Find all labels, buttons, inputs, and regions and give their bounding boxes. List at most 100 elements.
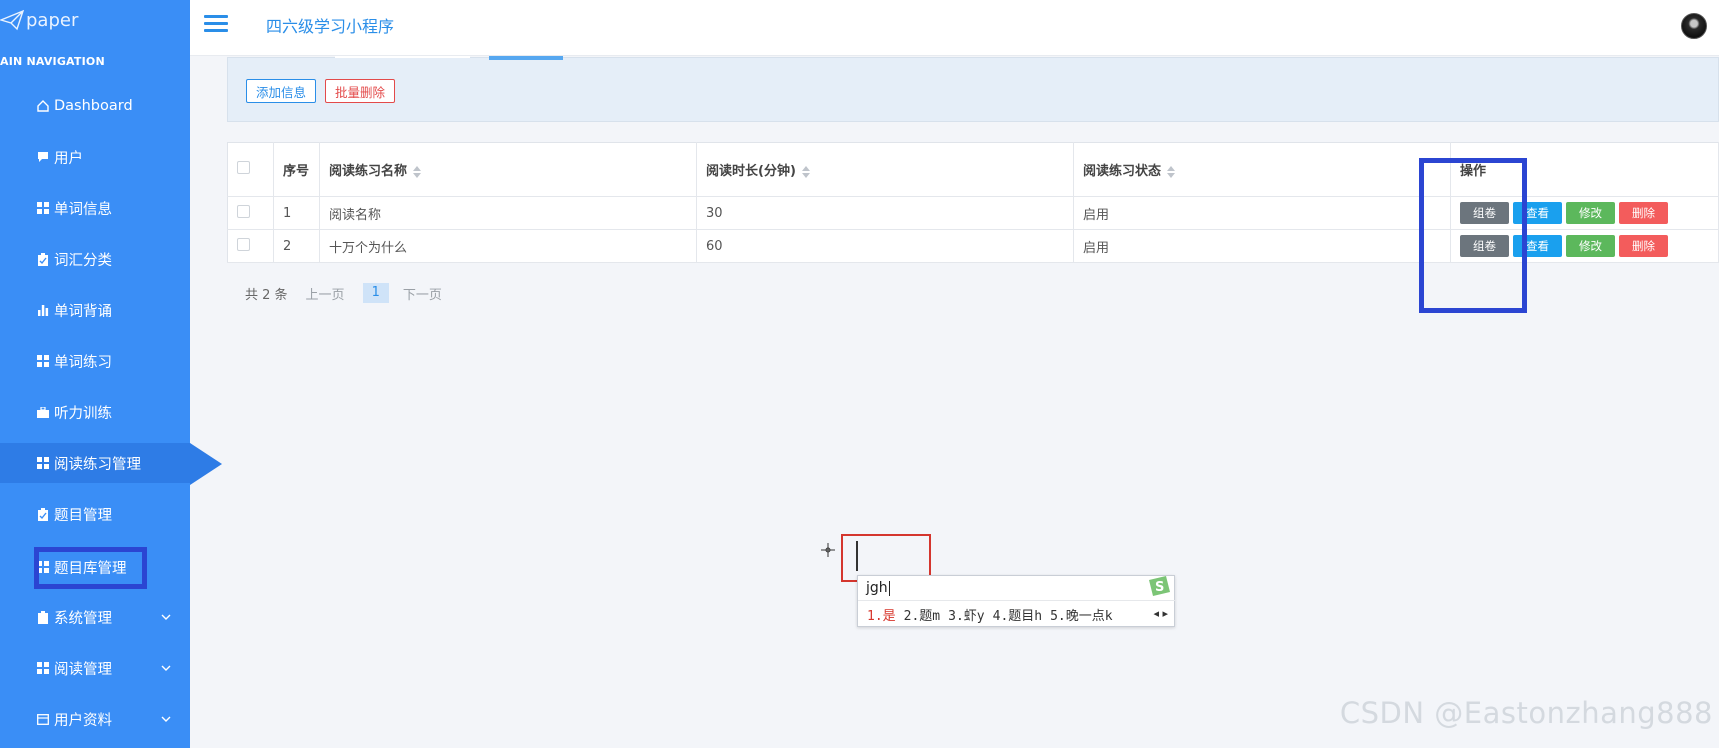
column-header[interactable]: 阅读练习名称 bbox=[319, 142, 697, 197]
ime-candidate-window[interactable]: jgh S 1.是 2.题m 3.虾y 4.题目h 5.晚一点k ◂ ▸ bbox=[857, 575, 1176, 627]
clipboard-icon bbox=[36, 507, 50, 521]
sort-icon[interactable] bbox=[801, 165, 810, 178]
select-all-checkbox[interactable] bbox=[237, 161, 250, 174]
sidebar-item-label: 单词背诵 bbox=[54, 303, 112, 320]
delete-button[interactable]: 删除 bbox=[1619, 202, 1668, 224]
annotation-box-actions bbox=[1419, 158, 1527, 313]
row-select-cell bbox=[227, 229, 274, 263]
brand-logo[interactable]: paper bbox=[0, 6, 78, 34]
row-status: 启用 bbox=[1073, 196, 1451, 230]
sidebar-item-vocab-category[interactable]: 词汇分类 bbox=[0, 239, 190, 279]
row-checkbox[interactable] bbox=[237, 237, 250, 251]
edit-button[interactable]: 修改 bbox=[1566, 202, 1615, 224]
svg-text:S: S bbox=[1155, 580, 1164, 595]
sidebar-item-label: 用户 bbox=[54, 150, 83, 167]
sidebar-item-label: 题目管理 bbox=[54, 507, 112, 524]
sort-icon[interactable] bbox=[1167, 165, 1176, 178]
edit-button[interactable]: 修改 bbox=[1566, 235, 1615, 257]
top-header: 四六级学习小程序 bbox=[190, 0, 1719, 56]
sidebar-item-label: 系统管理 bbox=[54, 610, 112, 627]
ime-candidate[interactable]: 1.是 bbox=[867, 609, 896, 624]
row-index: 1 bbox=[273, 196, 320, 230]
ime-divider bbox=[858, 600, 1176, 601]
toolbar-panel bbox=[227, 57, 1719, 122]
row-duration: 60 bbox=[696, 229, 1074, 263]
crosshair-cursor-icon bbox=[821, 543, 835, 557]
avatar[interactable] bbox=[1681, 13, 1707, 39]
grid-icon bbox=[36, 201, 50, 215]
sidebar-item-label: Dashboard bbox=[54, 98, 133, 114]
sidebar-item-users[interactable]: 用户 bbox=[0, 137, 190, 177]
sort-icon[interactable] bbox=[413, 165, 422, 178]
row-name: 十万个为什么 bbox=[319, 229, 697, 263]
annotation-box-question-bank bbox=[34, 547, 147, 589]
sidebar-item-word-recite[interactable]: 单词背诵 bbox=[0, 290, 190, 330]
sidebar-item-label: 阅读练习管理 bbox=[54, 456, 141, 473]
bar-chart-icon bbox=[36, 303, 50, 317]
column-header-label: 阅读练习名称 bbox=[329, 164, 408, 179]
clipboard-icon bbox=[36, 610, 50, 624]
card-icon bbox=[36, 712, 50, 726]
app-title: 四六级学习小程序 bbox=[266, 17, 395, 36]
ime-page-arrows-icon[interactable]: ◂ ▸ bbox=[1153, 607, 1168, 620]
ime-candidate[interactable]: 5.晚一点k bbox=[1050, 609, 1112, 624]
grid-icon bbox=[36, 456, 50, 470]
prev-page-button[interactable]: 上一页 bbox=[306, 284, 345, 303]
paper-plane-icon bbox=[0, 9, 24, 31]
sidebar-item-word-info[interactable]: 单词信息 bbox=[0, 188, 190, 228]
ime-candidate[interactable]: 4.题目h bbox=[993, 609, 1042, 624]
ime-candidate[interactable]: 3.虾y bbox=[948, 609, 984, 624]
sidebar-item-reading-manage[interactable]: 阅读管理 bbox=[0, 648, 190, 688]
chevron-down-icon bbox=[161, 665, 171, 671]
ime-input-text: jgh bbox=[866, 580, 888, 596]
delete-button[interactable]: 删除 bbox=[1619, 235, 1668, 257]
tab-indicator-active bbox=[489, 56, 563, 60]
sidebar-item-system[interactable]: 系统管理 bbox=[0, 597, 190, 637]
watermark: CSDN @Eastonzhang888 bbox=[1339, 696, 1713, 730]
row-status: 启用 bbox=[1073, 229, 1451, 263]
sidebar-item-word-practice[interactable]: 单词练习 bbox=[0, 341, 190, 381]
next-page-button[interactable]: 下一页 bbox=[403, 284, 442, 303]
chevron-down-icon bbox=[161, 716, 171, 722]
grid-icon bbox=[36, 354, 50, 368]
row-checkbox[interactable] bbox=[237, 204, 250, 218]
ime-candidate[interactable]: 2.题m bbox=[904, 609, 940, 624]
tab-indicator-inactive bbox=[335, 56, 470, 58]
sidebar-item-label: 听力训练 bbox=[54, 405, 112, 422]
sidebar: paper AIN NAVIGATION Dashboard 用户 单词信息 词… bbox=[0, 0, 204, 748]
row-select-cell bbox=[227, 196, 274, 230]
sidebar-item-listening[interactable]: 听力训练 bbox=[0, 392, 190, 432]
row-name: 阅读名称 bbox=[319, 196, 697, 230]
column-header-label: 阅读时长(分钟) bbox=[706, 164, 796, 179]
row-index: 2 bbox=[273, 229, 320, 263]
sidebar-item-question-manage[interactable]: 题目管理 bbox=[0, 494, 190, 534]
column-header: 序号 bbox=[273, 142, 320, 197]
column-header[interactable]: 阅读时长(分钟) bbox=[696, 142, 1074, 197]
column-header[interactable]: 阅读练习状态 bbox=[1073, 142, 1451, 197]
brand-name: paper bbox=[26, 9, 79, 31]
sidebar-item-user-profile[interactable]: 用户资料 bbox=[0, 699, 190, 739]
add-info-button[interactable]: 添加信息 bbox=[246, 79, 317, 103]
home-icon bbox=[36, 99, 50, 113]
sidebar-item-reading-practice[interactable]: 阅读练习管理 bbox=[0, 443, 204, 483]
sidebar-item-label: 单词信息 bbox=[54, 201, 112, 218]
nav-heading: AIN NAVIGATION bbox=[0, 55, 105, 68]
column-header-label: 阅读练习状态 bbox=[1083, 164, 1162, 179]
chevron-down-icon bbox=[161, 614, 171, 620]
sidebar-item-dashboard[interactable]: Dashboard bbox=[0, 86, 190, 126]
sidebar-item-label: 词汇分类 bbox=[54, 252, 112, 269]
briefcase-icon bbox=[36, 405, 50, 419]
chat-icon bbox=[36, 150, 50, 164]
current-page-button[interactable]: 1 bbox=[362, 283, 389, 303]
active-item-pointer bbox=[190, 443, 222, 485]
clipboard-icon bbox=[36, 252, 50, 266]
select-all-cell bbox=[227, 142, 274, 197]
text-caret bbox=[856, 541, 858, 571]
menu-toggle-icon[interactable] bbox=[204, 15, 228, 33]
sidebar-item-label: 单词练习 bbox=[54, 354, 112, 371]
row-duration: 30 bbox=[696, 196, 1074, 230]
pagination-total: 共 2 条 bbox=[245, 287, 288, 303]
batch-delete-button[interactable]: 批量删除 bbox=[325, 79, 396, 103]
sogou-logo-icon: S bbox=[1149, 576, 1170, 596]
ime-candidates: 1.是 2.题m 3.虾y 4.题目h 5.晚一点k bbox=[867, 605, 1121, 624]
